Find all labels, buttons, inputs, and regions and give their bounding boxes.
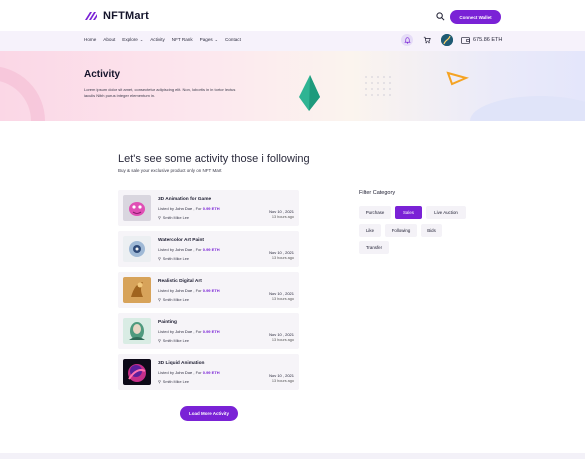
activity-item[interactable]: Watercolor Art Paint Listed by John Doe … [118, 231, 299, 267]
filter-chip-following[interactable]: Following [385, 224, 417, 237]
user-icon: ⚲ [158, 339, 161, 343]
main-nav: Home About Explore ⌄ Activity NFT Rank Pa… [0, 31, 585, 51]
bell-icon [403, 36, 411, 44]
hero-decoration [0, 66, 585, 121]
pink-creature-art-icon[interactable] [123, 195, 151, 221]
nav-item-about[interactable]: About [103, 37, 115, 42]
activity-date: Nov 10 , 2021 [269, 209, 294, 214]
activity-time-ago: 13 hours ago [271, 338, 294, 342]
nav-item-pages[interactable]: Pages ⌄ [200, 37, 218, 42]
logo[interactable]: NFTMart [84, 10, 149, 22]
chevron-down-icon: ⌄ [139, 37, 144, 42]
footer-band [0, 453, 585, 459]
nav-links: Home About Explore ⌄ Activity NFT Rank Pa… [84, 37, 248, 42]
activity-price: 0.99 ETH [202, 329, 220, 334]
activity-date: Nov 10 , 2021 [269, 250, 294, 255]
activity-date: Nov 10 , 2021 [269, 291, 294, 296]
filter-chip-bids[interactable]: Bids [421, 224, 442, 237]
filter-chip-sales[interactable]: Sales [395, 206, 422, 219]
digital-art-icon[interactable] [123, 277, 151, 303]
nav-item-activity[interactable]: Activity [150, 37, 165, 42]
nav-item-home[interactable]: Home [84, 37, 96, 42]
activity-time-ago: 13 hours ago [271, 379, 294, 383]
user-icon: ⚲ [158, 298, 161, 302]
filter-chip-transfer[interactable]: Transfer [359, 241, 389, 254]
liquid-art-icon[interactable] [123, 359, 151, 385]
nav-item-nft-rank[interactable]: NFT Rank [172, 37, 193, 42]
load-more-button[interactable]: Load More Activity [180, 406, 238, 421]
activity-time-ago: 13 hours ago [271, 215, 294, 219]
avatar[interactable] [441, 34, 453, 46]
activity-title[interactable]: Realistic Digital Art [158, 279, 202, 284]
filter-title: Filter Category [359, 190, 396, 196]
section-title: Let's see some activity those i followin… [118, 153, 310, 165]
user-avatar-icon [441, 34, 453, 46]
filter-chip-purchase[interactable]: Purchase [359, 206, 391, 219]
user-icon: ⚲ [158, 380, 161, 384]
filter-chip-like[interactable]: Like [359, 224, 381, 237]
activity-title[interactable]: Painting [158, 320, 177, 325]
activity-date: Nov 10 , 2021 [269, 332, 294, 337]
activity-author: ⚲ Smith Mike Lee [158, 256, 189, 262]
section-subtitle: Buy & sale your exclusive product only o… [118, 168, 222, 173]
activity-title[interactable]: Watercolor Art Paint [158, 238, 204, 243]
activity-listed: Listed by John Doe , For 0.99 ETH [158, 206, 220, 211]
activity-author: ⚲ Smith Mike Lee [158, 215, 189, 221]
activity-item[interactable]: Painting Listed by John Doe , For 0.99 E… [118, 313, 299, 349]
activity-price: 0.99 ETH [202, 288, 220, 293]
hero-banner: Activity Lorem ipsum dolor sit amet, con… [0, 51, 585, 121]
activity-listed: Listed by John Doe , For 0.99 ETH [158, 247, 220, 252]
user-icon: ⚲ [158, 257, 161, 261]
brand-name: NFTMart [103, 10, 150, 22]
logo-mark-icon [85, 12, 97, 20]
activity-listed: Listed by John Doe , For 0.99 ETH [158, 288, 220, 293]
connect-wallet-button[interactable]: Connect Wallet [450, 10, 501, 24]
wallet-icon [461, 36, 470, 44]
user-icon: ⚲ [158, 216, 161, 220]
painting-art-icon[interactable] [123, 318, 151, 344]
activity-price: 0.99 ETH [202, 247, 220, 252]
search-icon[interactable] [436, 12, 445, 21]
activity-listed: Listed by John Doe , For 0.99 ETH [158, 329, 220, 334]
cart-icon [423, 36, 431, 44]
page-title: Activity [84, 69, 121, 80]
activity-title[interactable]: 3D Liquid Animation [158, 361, 204, 366]
nav-right: 675.86 ETH [401, 34, 502, 46]
chevron-down-icon: ⌄ [214, 37, 219, 42]
watercolor-art-icon[interactable] [123, 236, 151, 262]
activity-time-ago: 13 hours ago [271, 256, 294, 260]
activity-listed: Listed by John Doe , For 0.99 ETH [158, 370, 220, 375]
nav-item-contact[interactable]: Contact [225, 37, 241, 42]
activity-price: 0.99 ETH [202, 370, 220, 375]
balance-text: 675.86 ETH [473, 37, 503, 43]
cart-button[interactable] [421, 34, 433, 46]
wallet-balance[interactable]: 675.86 ETH [461, 36, 503, 44]
activity-item[interactable]: 3D Animation for Game Listed by John Doe… [118, 190, 299, 226]
activity-price: 0.99 ETH [202, 206, 220, 211]
activity-author: ⚲ Smith Mike Lee [158, 338, 189, 344]
activity-title[interactable]: 3D Animation for Game [158, 197, 211, 202]
top-bar: NFTMart Connect Wallet [0, 0, 585, 31]
activity-author: ⚲ Smith Mike Lee [158, 297, 189, 303]
nav-item-explore[interactable]: Explore ⌄ [122, 37, 143, 42]
activity-author: ⚲ Smith Mike Lee [158, 379, 189, 385]
hero-subtitle: Lorem ipsum dolor sit amet, consectetur … [84, 87, 236, 98]
notification-button[interactable] [401, 34, 413, 46]
activity-item[interactable]: 3D Liquid Animation Listed by John Doe ,… [118, 354, 299, 390]
activity-item[interactable]: Realistic Digital Art Listed by John Doe… [118, 272, 299, 308]
activity-time-ago: 13 hours ago [271, 297, 294, 301]
activity-date: Nov 10 , 2021 [269, 373, 294, 378]
filter-chip-live-auction[interactable]: Live Auction [426, 206, 466, 219]
